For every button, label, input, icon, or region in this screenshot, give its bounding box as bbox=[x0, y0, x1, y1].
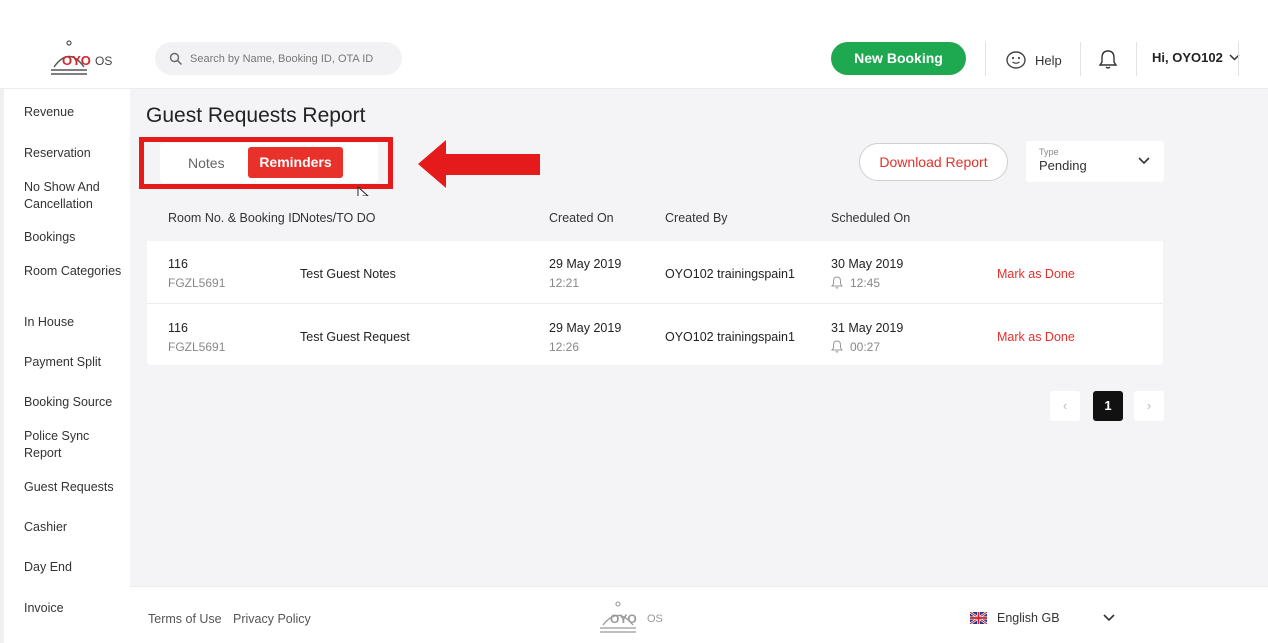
reminders-table: Room No. & Booking ID Notes/TO DO Create… bbox=[147, 196, 1163, 365]
help-label: Help bbox=[1035, 52, 1062, 68]
language-label: English GB bbox=[997, 611, 1060, 625]
created-date: 29 May 2019 bbox=[549, 321, 622, 335]
download-report-button[interactable]: Download Report bbox=[859, 143, 1008, 181]
created-by: OYO102 trainingspain1 bbox=[665, 267, 795, 281]
terms-of-use-link[interactable]: Terms of Use bbox=[148, 612, 222, 626]
column-header-room: Room No. & Booking ID bbox=[168, 211, 301, 225]
scheduled-time: 00:27 bbox=[850, 340, 881, 354]
sidebar-item-in-house[interactable]: In House bbox=[24, 314, 124, 331]
logo-os-suffix: OS bbox=[95, 54, 113, 68]
sidebar-item-room-categories[interactable]: Room Categories bbox=[24, 263, 124, 280]
header-divider bbox=[1136, 42, 1137, 76]
chevron-down-icon[interactable] bbox=[1103, 614, 1115, 622]
sidebar-item-police-sync[interactable]: Police Sync Report bbox=[24, 428, 124, 462]
sidebar-item-no-show[interactable]: No Show And Cancellation bbox=[24, 179, 124, 213]
type-filter-label: Type bbox=[1039, 147, 1059, 157]
mark-as-done-link[interactable]: Mark as Done bbox=[997, 267, 1075, 281]
column-header-created-by: Created By bbox=[665, 211, 728, 225]
annotation-highlight-box bbox=[139, 137, 393, 189]
sidebar-item-booking-source[interactable]: Booking Source bbox=[24, 394, 124, 411]
page-title: Guest Requests Report bbox=[146, 104, 366, 127]
privacy-policy-link[interactable]: Privacy Policy bbox=[233, 612, 311, 626]
red-arrow-annotation bbox=[418, 140, 540, 188]
help-face-icon bbox=[1006, 51, 1026, 69]
header-divider bbox=[1238, 42, 1239, 76]
header-divider bbox=[985, 42, 986, 76]
column-header-notes: Notes/TO DO bbox=[300, 211, 376, 225]
new-booking-button[interactable]: New Booking bbox=[831, 42, 966, 75]
footer-logo: OYO OS bbox=[598, 601, 666, 637]
user-menu[interactable]: Hi, OYO102 bbox=[1152, 50, 1240, 65]
sidebar-item-cashier[interactable]: Cashier bbox=[24, 519, 124, 536]
pagination-page-1[interactable]: 1 bbox=[1093, 391, 1123, 421]
table-row: 116 FGZL5691 Test Guest Notes 29 May 201… bbox=[147, 241, 1163, 303]
sidebar-item-bookings[interactable]: Bookings bbox=[24, 229, 124, 246]
created-date: 29 May 2019 bbox=[549, 257, 622, 271]
table-header: Room No. & Booking ID Notes/TO DO Create… bbox=[147, 196, 1163, 241]
created-time: 12:26 bbox=[549, 340, 580, 354]
table-row: 116 FGZL5691 Test Guest Request 29 May 2… bbox=[147, 303, 1163, 365]
type-filter-value: Pending bbox=[1039, 158, 1087, 173]
language-selector[interactable]: English GB bbox=[970, 611, 1060, 625]
oyo-os-logo[interactable]: OYO OS bbox=[50, 40, 116, 80]
pagination-next-button[interactable]: › bbox=[1134, 391, 1164, 421]
user-greeting: Hi, OYO102 bbox=[1152, 50, 1223, 65]
top-header: OYO OS New Booking Help Hi, OYO102 bbox=[0, 0, 1268, 89]
type-filter-select[interactable]: Type Pending bbox=[1026, 141, 1164, 182]
room-number: 116 bbox=[168, 257, 188, 271]
footer-logo-wordmark: OYO bbox=[610, 612, 637, 626]
uk-flag-icon bbox=[970, 612, 987, 624]
booking-id: FGZL5691 bbox=[168, 276, 226, 290]
sidebar-item-revenue[interactable]: Revenue bbox=[24, 104, 124, 121]
created-by: OYO102 trainingspain1 bbox=[665, 330, 795, 344]
created-time: 12:21 bbox=[549, 276, 580, 290]
booking-id: FGZL5691 bbox=[168, 340, 226, 354]
logo-wordmark: OYO bbox=[62, 53, 91, 68]
bell-icon[interactable] bbox=[1097, 48, 1119, 70]
sidebar-item-payment-split[interactable]: Payment Split bbox=[24, 354, 124, 371]
search-bar[interactable] bbox=[155, 42, 402, 75]
note-text: Test Guest Notes bbox=[300, 267, 396, 281]
column-header-created-on: Created On bbox=[549, 211, 614, 225]
scheduled-date: 30 May 2019 bbox=[831, 257, 904, 271]
scheduled-date: 31 May 2019 bbox=[831, 321, 904, 335]
bell-icon bbox=[831, 340, 843, 353]
sidebar-item-invoice[interactable]: Invoice bbox=[24, 600, 124, 617]
bell-icon bbox=[831, 276, 843, 289]
sidebar-item-guest-requests[interactable]: Guest Requests bbox=[24, 479, 124, 496]
note-text: Test Guest Request bbox=[300, 330, 410, 344]
sidebar-item-reservation[interactable]: Reservation bbox=[24, 145, 124, 162]
search-icon bbox=[169, 52, 182, 65]
chevron-down-icon bbox=[1138, 157, 1150, 165]
mark-as-done-link[interactable]: Mark as Done bbox=[997, 330, 1075, 344]
room-number: 116 bbox=[168, 321, 188, 335]
footer-logo-os: OS bbox=[647, 613, 663, 625]
scheduled-time: 12:45 bbox=[850, 276, 881, 290]
header-divider bbox=[1080, 42, 1081, 76]
search-input[interactable] bbox=[190, 42, 395, 75]
sidebar-item-day-end[interactable]: Day End bbox=[24, 559, 124, 576]
sidebar-edge bbox=[0, 89, 4, 643]
help-button[interactable]: Help bbox=[1005, 48, 1062, 72]
pagination-prev-button[interactable]: ‹ bbox=[1050, 391, 1080, 421]
column-header-scheduled-on: Scheduled On bbox=[831, 211, 911, 225]
